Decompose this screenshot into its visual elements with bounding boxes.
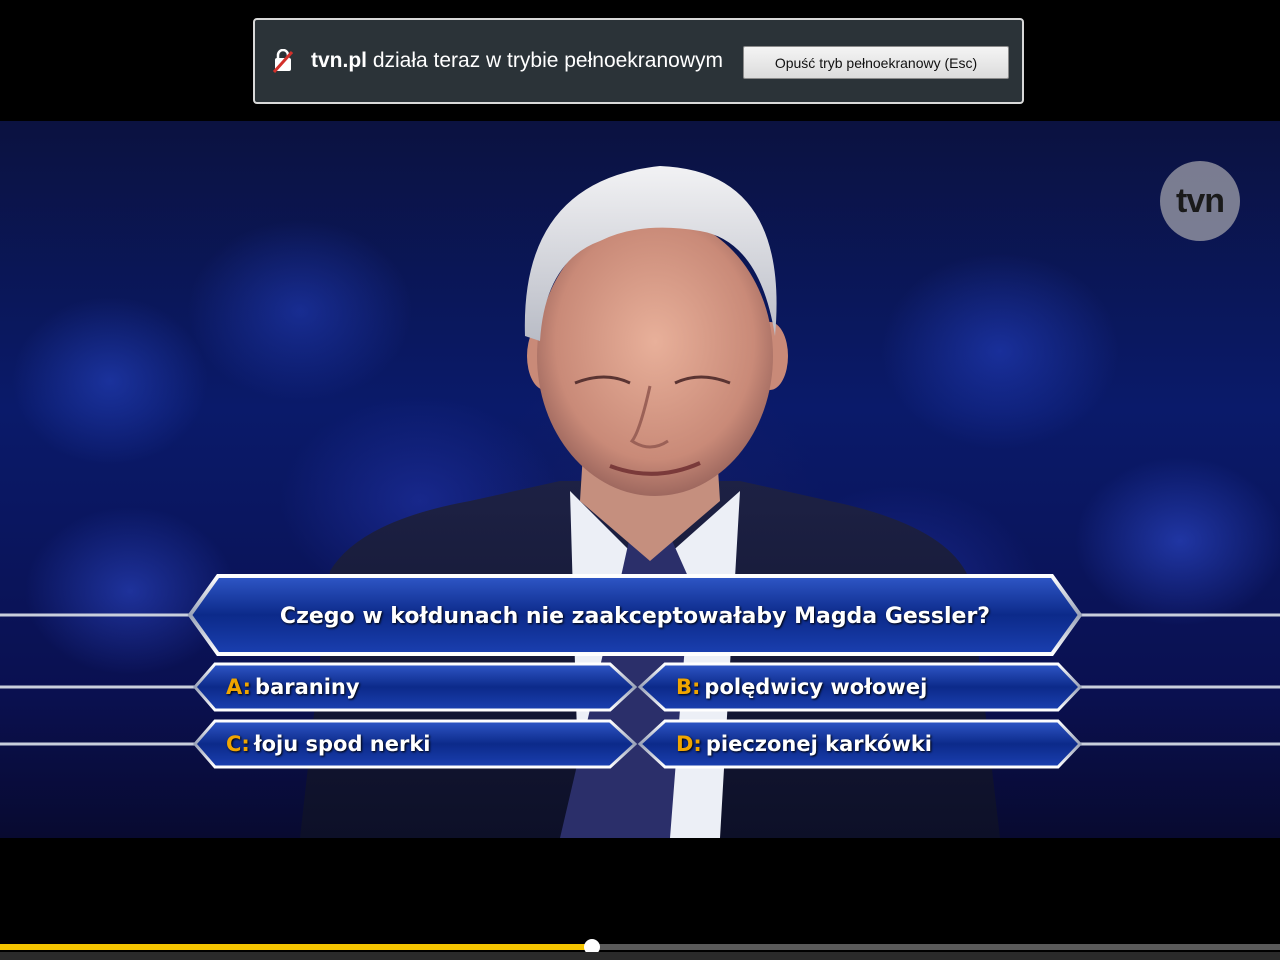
fullscreen-message-text: działa teraz w trybie pełnoekranowym bbox=[367, 49, 723, 72]
answer-a[interactable]: A: baraniny bbox=[226, 667, 360, 707]
answer-a-text: baraniny bbox=[255, 675, 360, 699]
quiz-board bbox=[0, 574, 1280, 769]
answer-b[interactable]: B: polędwicy wołowej bbox=[676, 667, 927, 707]
answer-c-text: łoju spod nerki bbox=[253, 732, 431, 756]
video-progress-fill bbox=[0, 944, 592, 950]
answer-c-letter: C: bbox=[226, 732, 250, 756]
video-frame[interactable]: tvn Czego w kołdunach nie zaakceptowałab… bbox=[0, 121, 1280, 838]
fullscreen-message: tvn.pl działa teraz w trybie pełnoekrano… bbox=[311, 49, 723, 73]
answer-b-text: polędwicy wołowej bbox=[704, 675, 928, 699]
fullscreen-domain: tvn.pl bbox=[311, 49, 367, 72]
answer-d[interactable]: D: pieczonej karkówki bbox=[676, 724, 932, 764]
answer-c[interactable]: C: łoju spod nerki bbox=[226, 724, 431, 764]
fullscreen-lock-icon bbox=[273, 49, 295, 73]
fullscreen-notification: tvn.pl działa teraz w trybie pełnoekrano… bbox=[253, 18, 1024, 104]
answer-d-text: pieczonej karkówki bbox=[705, 732, 933, 756]
answer-b-letter: B: bbox=[676, 675, 701, 699]
player-bottom-strip bbox=[0, 952, 1280, 960]
video-progress-bar[interactable] bbox=[0, 939, 1280, 955]
answer-d-letter: D: bbox=[676, 732, 702, 756]
exit-fullscreen-button[interactable]: Opuść tryb pełnoekranowy (Esc) bbox=[743, 46, 1009, 79]
answer-a-letter: A: bbox=[226, 675, 252, 699]
question-text: Czego w kołdunach nie zaakceptowałaby Ma… bbox=[279, 603, 991, 629]
